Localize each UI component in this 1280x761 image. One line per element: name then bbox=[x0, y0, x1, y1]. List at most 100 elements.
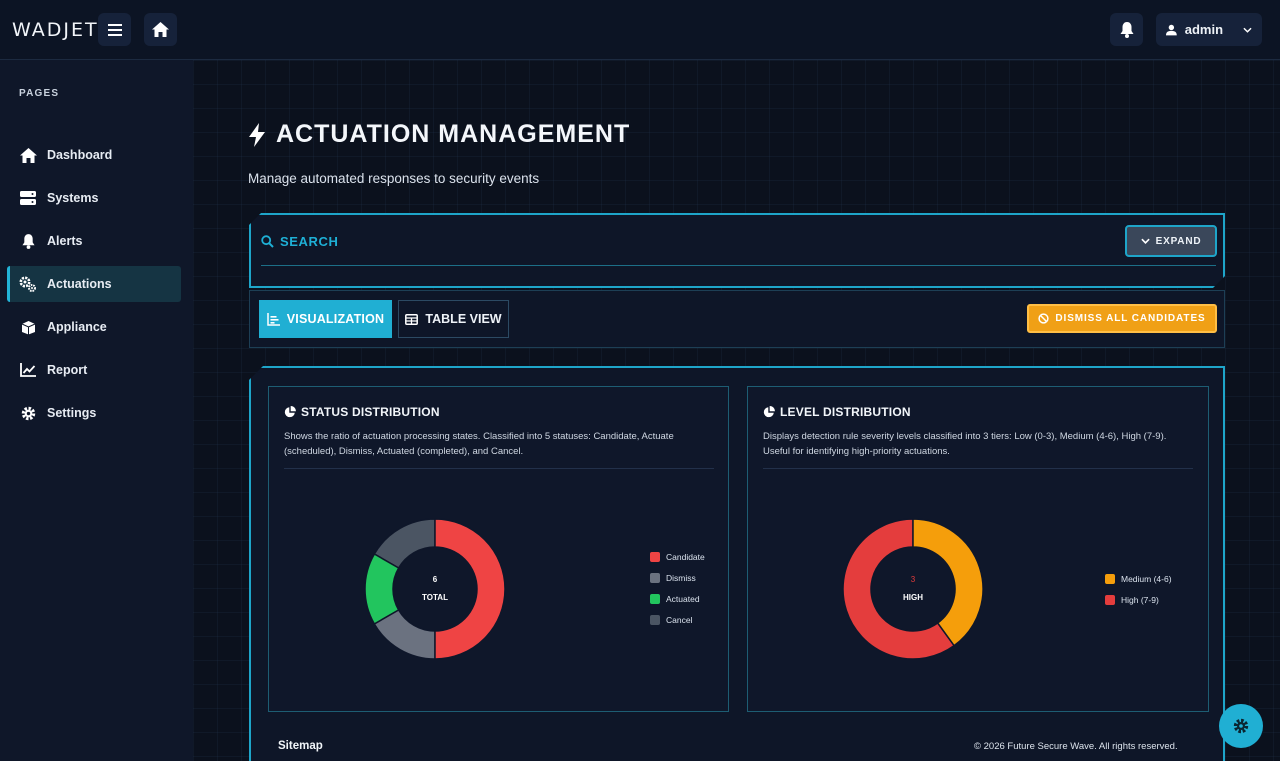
divider bbox=[261, 265, 1216, 266]
sidebar-item-label: Dashboard bbox=[47, 148, 113, 162]
status-legend: Candidate Dismiss Actuated Cancel bbox=[650, 551, 705, 625]
charts-panel: STATUS DISTRIBUTION Shows the ratio of a… bbox=[249, 366, 1225, 761]
sidebar-item-report[interactable]: Report bbox=[7, 352, 181, 388]
sidebar-item-actuations[interactable]: Actuations bbox=[7, 266, 181, 302]
sidebar-item-label: Systems bbox=[47, 191, 99, 205]
search-label: SEARCH bbox=[280, 234, 339, 249]
card-title-text: STATUS DISTRIBUTION bbox=[301, 405, 440, 419]
legend-item[interactable]: Actuated bbox=[650, 593, 705, 604]
card-description: Shows the ratio of actuation processing … bbox=[284, 431, 674, 457]
search-icon bbox=[261, 235, 274, 248]
legend-item[interactable]: Candidate bbox=[650, 551, 705, 562]
bell-icon bbox=[19, 232, 37, 250]
level-distribution-card: LEVEL DISTRIBUTION Displays detection ru… bbox=[747, 386, 1209, 712]
chart-line-icon bbox=[19, 361, 37, 379]
center-value: 6 bbox=[433, 575, 438, 584]
status-donut-chart: 6 TOTAL bbox=[364, 518, 506, 660]
search-header[interactable]: SEARCH bbox=[261, 234, 339, 249]
menu-toggle-button[interactable] bbox=[98, 13, 131, 46]
donut-slice-candidate[interactable] bbox=[434, 518, 506, 660]
sidebar-item-label: Appliance bbox=[47, 320, 107, 334]
bolt-icon bbox=[249, 122, 265, 147]
legend-item[interactable]: High (7-9) bbox=[1105, 594, 1172, 605]
home-icon bbox=[152, 22, 169, 37]
center-value: 3 bbox=[911, 575, 916, 584]
pie-chart-icon bbox=[763, 406, 775, 418]
home-icon bbox=[19, 146, 37, 164]
legend-label: Actuated bbox=[666, 593, 700, 604]
sidebar-item-appliance[interactable]: Appliance bbox=[7, 309, 181, 345]
sidebar-item-label: Actuations bbox=[47, 277, 112, 291]
user-menu-button[interactable]: admin bbox=[1156, 13, 1262, 46]
status-distribution-card: STATUS DISTRIBUTION Shows the ratio of a… bbox=[268, 386, 729, 712]
divider bbox=[284, 468, 714, 469]
username: admin bbox=[1184, 22, 1224, 37]
chart-bar-icon bbox=[266, 312, 280, 326]
gear-icon bbox=[1233, 718, 1249, 734]
legend-label: Candidate bbox=[666, 551, 705, 562]
center-label: TOTAL bbox=[422, 593, 448, 602]
user-icon bbox=[1166, 24, 1177, 35]
sidebar-item-settings[interactable]: Settings bbox=[7, 395, 181, 431]
pie-chart-icon bbox=[284, 406, 296, 418]
card-description: Displays detection rule severity levels … bbox=[763, 431, 1167, 457]
sidebar-item-dashboard[interactable]: Dashboard bbox=[7, 137, 181, 173]
menu-icon bbox=[107, 23, 122, 36]
level-legend: Medium (4-6) High (7-9) bbox=[1105, 573, 1172, 605]
tab-label: VISUALIZATION bbox=[286, 312, 385, 326]
divider bbox=[763, 468, 1193, 469]
tab-table-view[interactable]: TABLE VIEW bbox=[398, 300, 509, 338]
legend-label: High (7-9) bbox=[1121, 594, 1159, 605]
chevron-down-icon bbox=[1141, 238, 1150, 244]
brand-logo[interactable]: WADJET bbox=[12, 19, 99, 41]
center-label: HIGH bbox=[903, 593, 923, 602]
copyright-text: © 2026 Future Secure Wave. All rights re… bbox=[974, 741, 1178, 752]
sidebar-section-label: PAGES bbox=[19, 88, 60, 99]
page-subtitle: Manage automated responses to security e… bbox=[248, 171, 540, 186]
sidebar-item-alerts[interactable]: Alerts bbox=[7, 223, 181, 259]
box-icon bbox=[19, 318, 37, 336]
sidebar-item-label: Settings bbox=[47, 406, 97, 420]
donut-slice-medium-4-6[interactable] bbox=[912, 518, 984, 647]
card-title: STATUS DISTRIBUTION bbox=[284, 405, 440, 419]
gear-icon bbox=[19, 404, 37, 422]
sitemap-link[interactable]: Sitemap bbox=[278, 740, 323, 752]
legend-label: Cancel bbox=[666, 614, 693, 625]
card-title-text: LEVEL DISTRIBUTION bbox=[780, 405, 911, 419]
gears-icon bbox=[19, 275, 37, 293]
ban-icon bbox=[1038, 313, 1050, 324]
legend-swatch bbox=[1105, 594, 1115, 605]
legend-item[interactable]: Dismiss bbox=[650, 572, 705, 583]
server-icon bbox=[19, 189, 37, 207]
tab-label: TABLE VIEW bbox=[425, 312, 502, 326]
chevron-down-icon bbox=[1243, 27, 1252, 33]
expand-button[interactable]: EXPAND bbox=[1125, 225, 1217, 257]
legend-swatch bbox=[650, 593, 660, 604]
dismiss-all-candidates-button[interactable]: DISMISS ALL CANDIDATES bbox=[1027, 304, 1217, 333]
dismiss-label: DISMISS ALL CANDIDATES bbox=[1055, 313, 1206, 324]
card-title: LEVEL DISTRIBUTION bbox=[763, 405, 911, 419]
sidebar-item-label: Report bbox=[47, 363, 88, 377]
legend-item[interactable]: Medium (4-6) bbox=[1105, 573, 1172, 584]
tab-visualization[interactable]: VISUALIZATION bbox=[259, 300, 392, 338]
page-title-text: ACTUATION MANAGEMENT bbox=[276, 120, 631, 148]
legend-swatch bbox=[650, 551, 660, 562]
legend-swatch bbox=[650, 614, 660, 625]
top-bar: WADJET admin bbox=[0, 0, 1280, 60]
notifications-button[interactable] bbox=[1110, 13, 1143, 46]
bell-icon bbox=[1120, 21, 1133, 38]
home-button[interactable] bbox=[144, 13, 177, 46]
level-donut-chart: 3 HIGH bbox=[842, 518, 984, 660]
legend-label: Dismiss bbox=[666, 572, 696, 583]
legend-item[interactable]: Cancel bbox=[650, 614, 705, 625]
page-title: ACTUATION MANAGEMENT bbox=[248, 120, 630, 149]
sidebar-item-systems[interactable]: Systems bbox=[7, 180, 181, 216]
settings-fab-button[interactable] bbox=[1219, 704, 1263, 748]
legend-swatch bbox=[1105, 573, 1115, 584]
legend-swatch bbox=[650, 572, 660, 583]
table-icon bbox=[405, 313, 419, 325]
legend-label: Medium (4-6) bbox=[1121, 573, 1172, 584]
expand-label: EXPAND bbox=[1155, 235, 1202, 247]
sidebar: PAGES Dashboard Systems Alerts Actuation… bbox=[0, 60, 193, 761]
search-panel: SEARCH EXPAND bbox=[249, 213, 1225, 288]
